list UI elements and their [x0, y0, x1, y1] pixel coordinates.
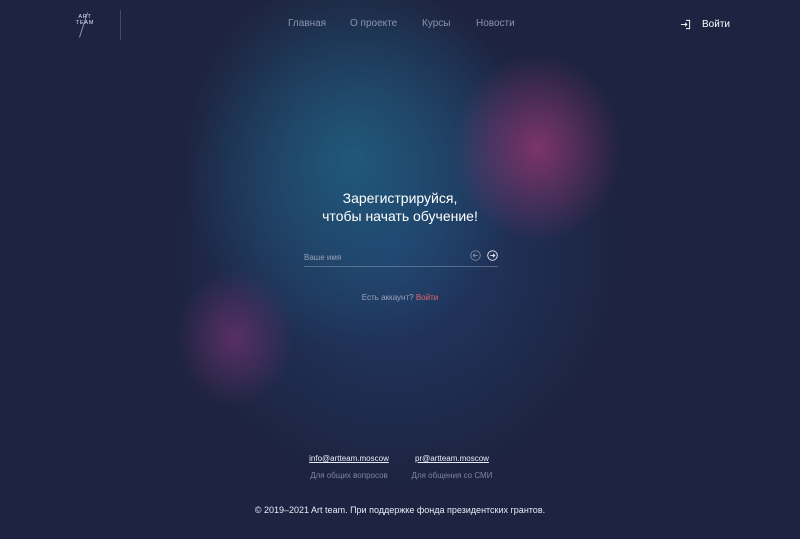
header-login-button[interactable]: Войти — [680, 17, 730, 31]
nav-item-about[interactable]: О проекте — [350, 18, 397, 29]
contact-description-general: Для общих вопросов — [310, 471, 388, 480]
contact-email-general[interactable]: info@artteam.moscow — [289, 454, 409, 463]
have-account-line: Есть аккаунт? Войти — [200, 293, 600, 302]
contact-press: pr@artteam.moscow Для общения со СМИ — [392, 454, 512, 480]
logo-line-2: TEAM — [75, 20, 95, 26]
page-title-line-2: чтобы начать обучение! — [322, 208, 478, 224]
have-account-login-link[interactable]: Войти — [416, 293, 438, 302]
arrow-right-circle-icon[interactable] — [487, 250, 498, 261]
nav-item-courses[interactable]: Курсы — [422, 18, 450, 29]
contact-description-press: Для общения со СМИ — [411, 471, 493, 480]
login-icon — [680, 19, 691, 29]
page-title-line-1: Зарегистрируйся, — [342, 190, 458, 206]
site-header: ART TEAM Главная О проекте Курсы Новости… — [0, 0, 800, 50]
page-title: Зарегистрируйся, чтобы начать обучение! — [200, 189, 600, 225]
contacts: info@artteam.moscow Для общих вопросов p… — [0, 454, 800, 494]
registration-form — [304, 248, 498, 267]
arrow-left-circle-icon[interactable] — [470, 250, 481, 261]
nav-item-news[interactable]: Новости — [476, 18, 515, 29]
contact-general: info@artteam.moscow Для общих вопросов — [289, 454, 409, 480]
header-login-label: Войти — [702, 18, 730, 30]
nav-item-home[interactable]: Главная — [288, 18, 326, 29]
name-input[interactable] — [304, 250, 454, 264]
contact-email-press[interactable]: pr@artteam.moscow — [392, 454, 512, 463]
footer-copyright: © 2019–2021 Art team. При поддержке фонд… — [254, 505, 546, 515]
header-divider — [120, 10, 121, 40]
art-team-logo[interactable]: ART TEAM — [72, 12, 98, 38]
have-account-question: Есть аккаунт? — [361, 293, 414, 302]
